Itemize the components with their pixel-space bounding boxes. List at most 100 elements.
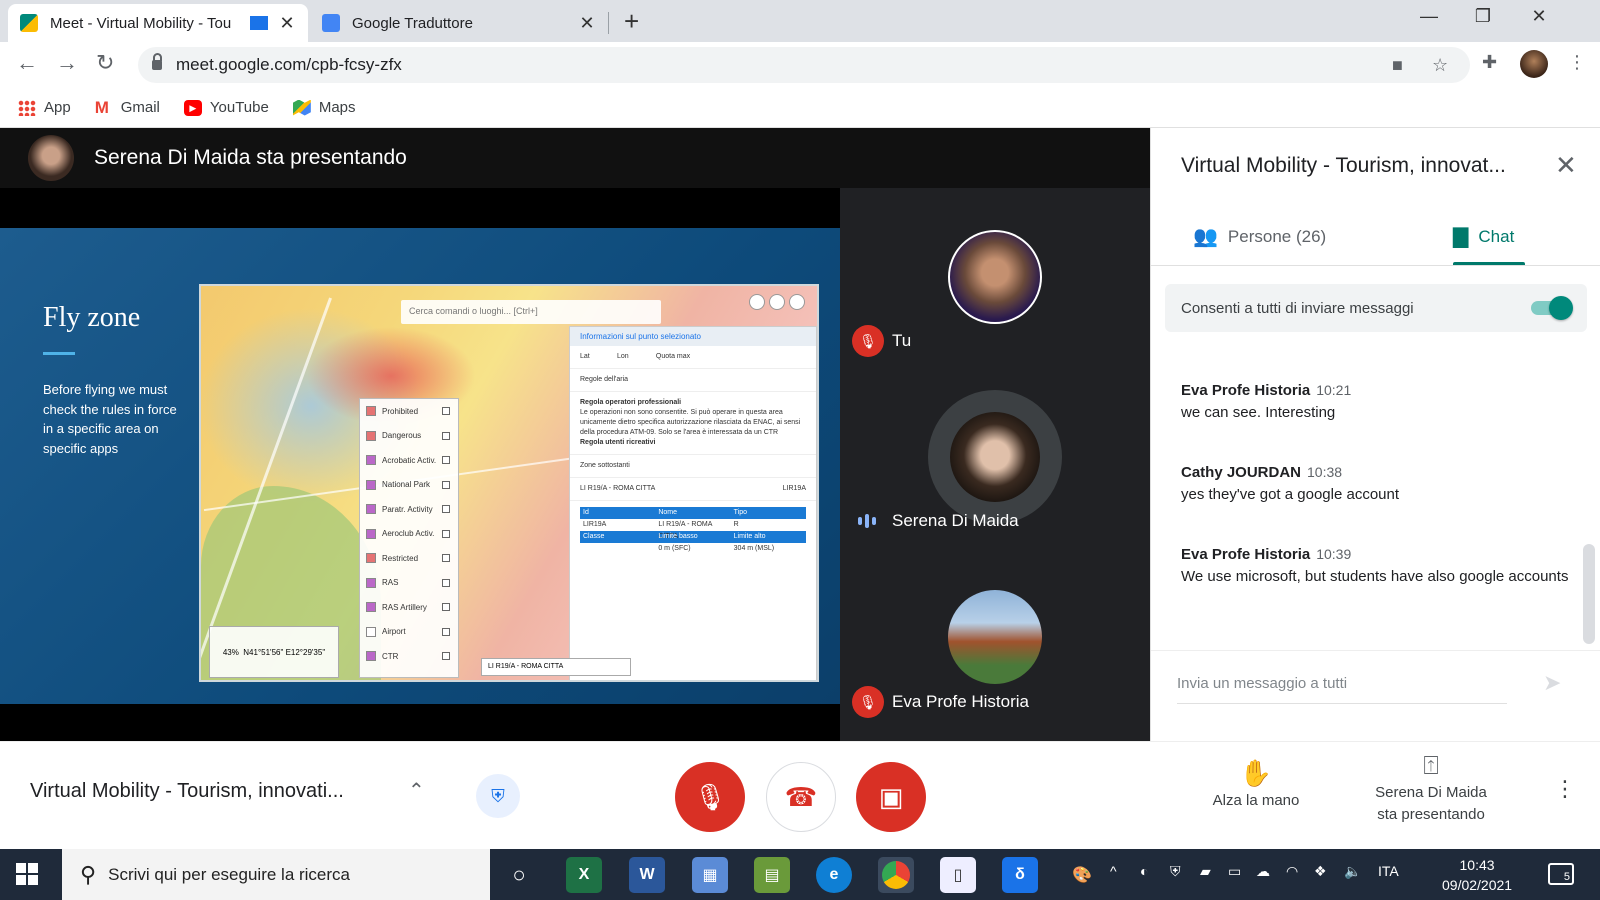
bookmarks-bar: App M Gmail ▶ YouTube Maps [0, 88, 1600, 128]
allow-messages-toggle[interactable] [1527, 296, 1573, 320]
meeting-stage: Serena Di Maida sta presentando Fly zone… [0, 128, 1150, 741]
map-controls [749, 294, 805, 310]
camera-icon[interactable]: ■ [1392, 55, 1403, 76]
address-bar[interactable]: meet.google.com/cpb-fcsy-zfx ■ ☆ [138, 47, 1470, 83]
tab-people[interactable]: 👥 Persone (26) [1193, 224, 1326, 249]
word-icon[interactable]: W [629, 857, 665, 893]
tray-app-icon[interactable]: ◐ [1140, 863, 1148, 879]
slide-body: Before flying we must check the rules in… [43, 382, 177, 456]
dropbox-icon[interactable]: ❖ [1314, 863, 1327, 880]
taskbar-search[interactable]: ⚲ Scrivi qui per eseguire la ricerca [62, 849, 490, 900]
map-layer-item: Dangerous [360, 424, 458, 449]
map-bottom-zone: LI R19/A - ROMA CITTA [481, 658, 631, 676]
bookmark-youtube[interactable]: ▶ YouTube [183, 99, 269, 116]
presenter-banner-text: Serena Di Maida sta presentando [94, 146, 407, 169]
bookmark-app[interactable]: App [18, 99, 71, 116]
map-layer-item: Restricted [360, 546, 458, 571]
present-screen-icon: ⍐ [1423, 750, 1439, 780]
layer-swatch [366, 626, 376, 637]
language-indicator[interactable]: ITA [1378, 863, 1399, 879]
paint-app-icon[interactable]: 🎨 [1064, 857, 1100, 893]
bookmark-gmail[interactable]: M Gmail [95, 99, 160, 117]
restore-button[interactable]: ❐ [1468, 6, 1498, 27]
explorer-app-icon[interactable]: ▦ [692, 857, 728, 893]
layer-swatch [366, 430, 376, 441]
forward-button[interactable]: → [56, 50, 78, 76]
bookmark-star-icon[interactable]: ☆ [1432, 55, 1448, 76]
chrome-icon[interactable] [878, 857, 914, 893]
new-tab-button[interactable]: + [624, 6, 639, 37]
leave-call-button[interactable]: ☎ [766, 762, 836, 832]
windows-taskbar: ⚲ Scrivi qui per eseguire la ricerca ○ X… [0, 849, 1600, 900]
tab-close-icon[interactable]: ✕ [578, 13, 596, 34]
profile-avatar[interactable] [1520, 50, 1548, 78]
layer-swatch [366, 651, 376, 662]
tab-chat[interactable]: ▇ Chat [1453, 224, 1514, 249]
mic-toggle-button[interactable]: 🎙 [675, 762, 745, 832]
url-text: meet.google.com/cpb-fcsy-zfx [176, 55, 402, 74]
layer-label: Acrobatic Activ. [382, 455, 437, 465]
presenter-banner: Serena Di Maida sta presentando [0, 128, 1150, 188]
image-app-icon[interactable]: ▤ [754, 857, 790, 893]
layer-label: CTR [382, 651, 399, 661]
close-panel-icon[interactable]: ✕ [1555, 150, 1577, 181]
volume-icon[interactable]: 🔈 [1344, 863, 1361, 880]
allow-messages-label: Consenti a tutti di inviare messaggi [1181, 299, 1414, 317]
minimize-button[interactable]: — [1414, 6, 1444, 27]
presenter-avatar [28, 135, 74, 181]
more-options-icon[interactable]: ⋮ [1554, 776, 1576, 802]
close-window-button[interactable]: ✕ [1524, 6, 1554, 27]
presenting-button[interactable]: ⍐ Serena Di Maida sta presentando [1356, 748, 1506, 826]
info-panel-title: Informazioni sul punto selezionato [570, 327, 816, 346]
layer-label: Aeroclub Activ. [382, 529, 435, 539]
message-author: Cathy JOURDAN [1181, 464, 1302, 481]
chat-message-input[interactable]: Invia un messaggio a tutti [1177, 664, 1507, 704]
muted-mic-icon: 🎙 [852, 325, 884, 357]
layer-checkbox [442, 505, 450, 514]
host-controls-shield-icon[interactable]: ⛨ [476, 774, 520, 818]
tab-separator [608, 12, 609, 34]
message-text: yes they've got a google account [1181, 486, 1400, 503]
layer-checkbox [442, 554, 450, 563]
bookmark-maps[interactable]: Maps [292, 99, 356, 116]
document-app-icon[interactable]: ▯ [940, 857, 976, 893]
chat-scrollbar[interactable] [1583, 544, 1595, 644]
camera-toggle-button[interactable]: ▣ [856, 762, 926, 832]
excel-icon[interactable]: X [566, 857, 602, 893]
layer-checkbox [442, 431, 450, 440]
raise-hand-button[interactable]: ✋ Alza la mano [1196, 756, 1316, 812]
meeting-name[interactable]: Virtual Mobility - Tourism, innovati... [30, 780, 390, 803]
extensions-icon[interactable]: ✚ [1482, 52, 1497, 73]
muted-mic-icon: 🎙 [852, 686, 884, 718]
layer-swatch [366, 553, 376, 564]
map-layer-item: RAS [360, 571, 458, 596]
chevron-up-icon[interactable]: ⌃ [408, 778, 425, 803]
layer-checkbox [442, 627, 450, 636]
message-time: 10:21 [1316, 382, 1352, 398]
map-layer-item: Aeroclub Activ. [360, 522, 458, 547]
wifi-icon[interactable]: ◠ [1286, 863, 1298, 880]
tray-chevron-up-icon[interactable]: ^ [1110, 863, 1117, 879]
edge-icon[interactable]: e [816, 857, 852, 893]
back-button[interactable]: ← [16, 50, 38, 76]
notification-center-icon[interactable]: 5 [1548, 863, 1574, 885]
tab-title: Google Traduttore [352, 14, 473, 32]
tray-security-icon[interactable]: ⛨ [1170, 863, 1181, 880]
layer-label: Airport [382, 627, 406, 637]
windows-start-icon[interactable] [16, 863, 38, 885]
layer-swatch [366, 504, 376, 515]
cortana-icon[interactable]: ○ [501, 857, 537, 893]
tab-meet[interactable]: Meet - Virtual Mobility - Tou ✕ [8, 4, 308, 42]
layer-label: RAS [382, 578, 399, 588]
tab-translate[interactable]: Google Traduttore ✕ [310, 4, 608, 42]
delta-app-icon[interactable]: δ [1002, 857, 1038, 893]
cloud-icon[interactable]: ☁ [1256, 863, 1270, 880]
reload-button[interactable]: ↻ [96, 50, 114, 76]
tray-app-icon[interactable]: ▰ [1200, 863, 1211, 880]
presentation-slide: Fly zone Before flying we must check the… [0, 228, 840, 704]
browser-menu-icon[interactable]: ⋮ [1568, 52, 1586, 73]
battery-icon[interactable]: ▭ [1228, 863, 1241, 880]
system-clock[interactable]: 10:43 09/02/2021 [1442, 855, 1512, 895]
tab-close-icon[interactable]: ✕ [278, 13, 296, 34]
send-icon[interactable]: ➤ [1543, 670, 1561, 696]
